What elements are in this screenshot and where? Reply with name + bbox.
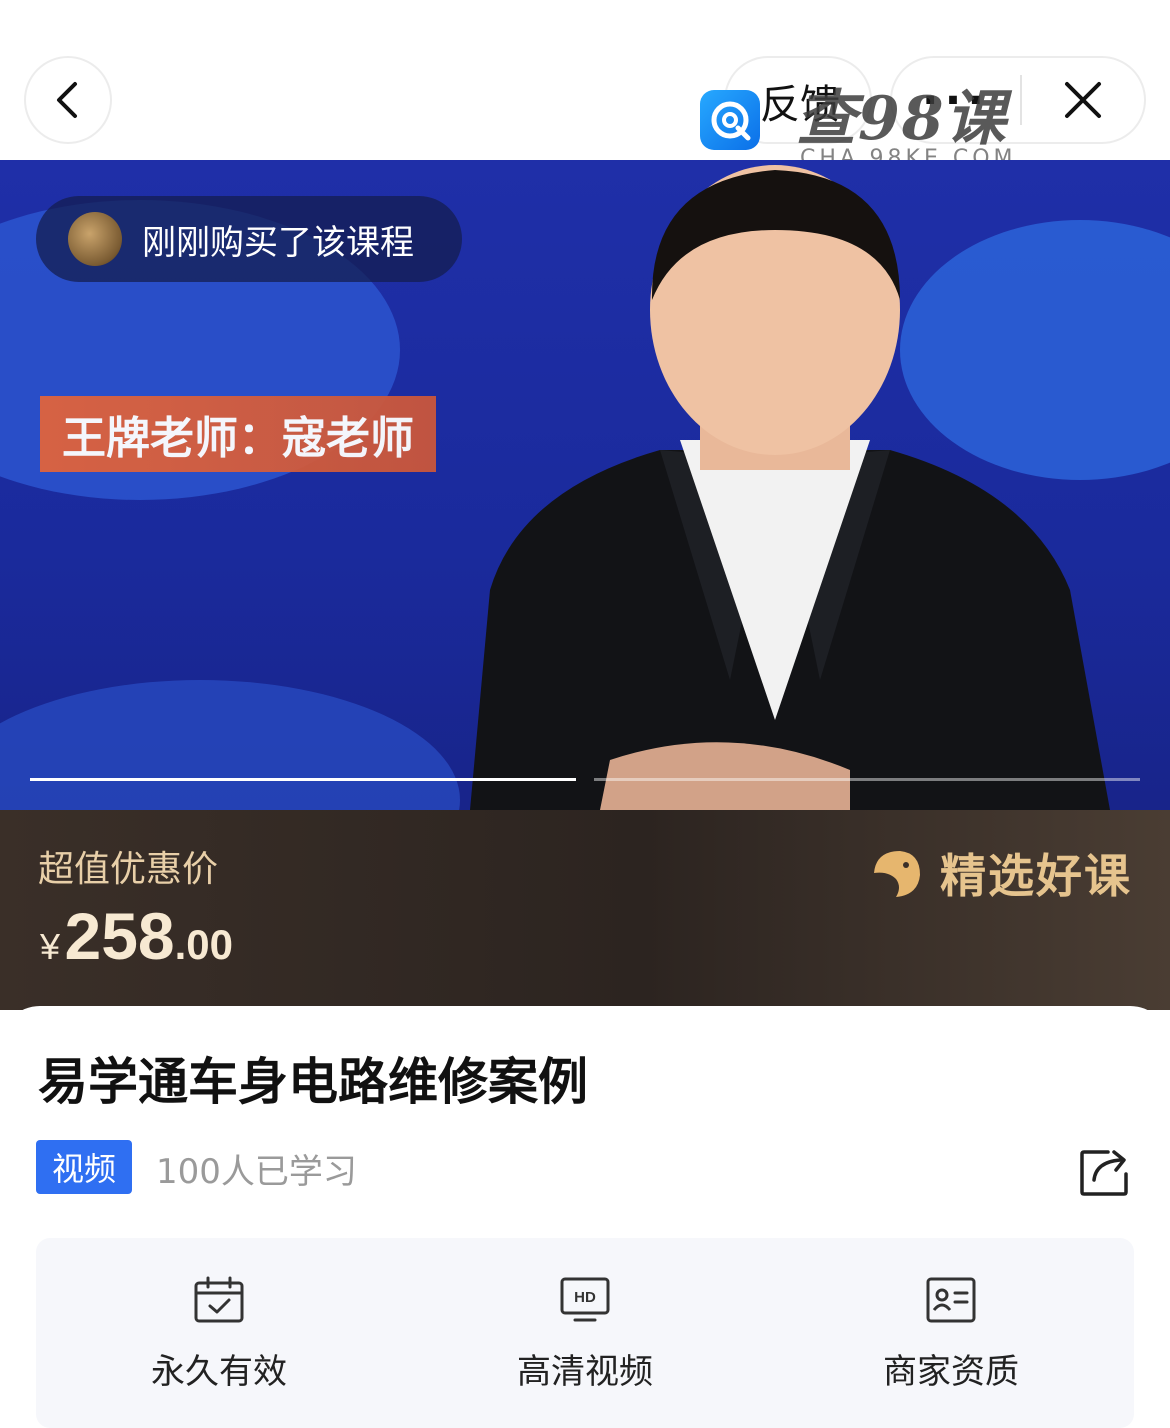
- watermark-text: 查98课: [796, 84, 1008, 154]
- back-button[interactable]: [24, 56, 112, 144]
- calendar-check-icon: [194, 1276, 244, 1323]
- featured-course-badge: 精选好课: [866, 840, 1132, 906]
- recent-purchase-toast: 刚刚购买了该课程: [36, 196, 462, 282]
- close-button[interactable]: [1022, 80, 1144, 120]
- learner-count: 100人已学习: [156, 1152, 357, 1192]
- hd-monitor-icon: HD: [560, 1277, 610, 1322]
- close-icon: [1065, 82, 1101, 118]
- feature-hd-video: HD 高清视频: [402, 1238, 768, 1428]
- dolphin-logo-icon: [874, 851, 920, 897]
- buyer-avatar: [68, 212, 122, 266]
- price-band: 超值优惠价 ¥ 258.00 精选好课: [0, 810, 1170, 1010]
- feature-merchant-credentials[interactable]: 商家资质: [768, 1238, 1134, 1428]
- id-card-icon: [926, 1277, 976, 1323]
- feature-label: 商家资质: [883, 1352, 1019, 1392]
- course-info-card: 易学通车身电路维修案例 视频 100人已学习 永久有效 HD 高清视频 商家资质: [0, 1006, 1170, 1428]
- slide-indicator: [594, 778, 1140, 781]
- share-icon[interactable]: [1078, 1144, 1132, 1198]
- price-decimal: .00: [174, 921, 233, 968]
- slide-indicator-active: [30, 778, 576, 781]
- featured-course-label: 精选好课: [940, 849, 1132, 903]
- currency-symbol: ¥: [40, 926, 61, 967]
- top-nav-bar: 反馈 ··· 查98课 CHA.98KE.COM: [0, 0, 1170, 171]
- feature-label: 永久有效: [151, 1352, 287, 1392]
- price-value: ¥ 258.00: [40, 898, 233, 974]
- teacher-photo: [470, 165, 1110, 810]
- course-title: 易学通车身电路维修案例: [38, 1053, 588, 1111]
- course-type-tag: 视频: [36, 1140, 132, 1194]
- watermark-logo-icon: [700, 90, 760, 150]
- price-integer: 258: [64, 899, 175, 973]
- chevron-left-icon: [57, 82, 77, 118]
- svg-text:HD: HD: [574, 1289, 596, 1306]
- teacher-tag: 王牌老师：寇老师: [40, 396, 436, 472]
- feature-permanent-access: 永久有效: [36, 1238, 402, 1428]
- recent-purchase-text: 刚刚购买了该课程: [142, 222, 414, 263]
- course-banner[interactable]: 刚刚购买了该课程 王牌老师：寇老师: [0, 160, 1170, 810]
- feature-label: 高清视频: [517, 1352, 653, 1392]
- service-features: 永久有效 HD 高清视频 商家资质: [36, 1238, 1134, 1428]
- price-label: 超值优惠价: [38, 849, 219, 890]
- banner-decoration: [0, 680, 460, 810]
